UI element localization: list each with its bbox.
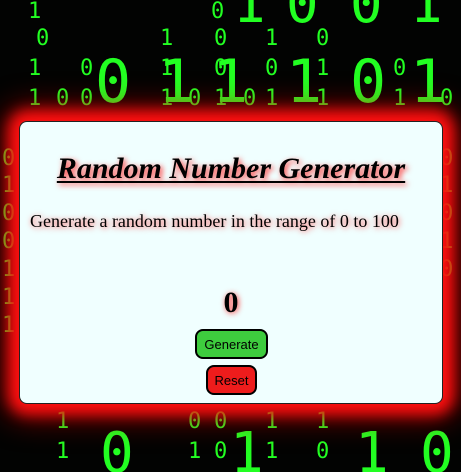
binary-digit: 1: [188, 439, 201, 464]
binary-digit: 0: [2, 146, 15, 171]
binary-digit: 1: [2, 173, 15, 198]
binary-digit: 1: [265, 439, 278, 464]
binary-digit: 0: [80, 86, 93, 111]
binary-digit: 0: [36, 26, 49, 51]
reset-button[interactable]: Reset: [206, 365, 257, 395]
binary-digit: 0: [316, 439, 329, 464]
binary-digit: 0: [56, 86, 69, 111]
binary-digit: 0: [95, 47, 131, 117]
binary-digit: 0: [420, 421, 454, 472]
range-description: Generate a random number in the range of…: [30, 211, 399, 231]
binary-digit: 0: [100, 421, 134, 472]
binary-digit: 0: [286, 0, 319, 35]
binary-digit: 1: [265, 86, 278, 111]
binary-digit: 0: [2, 201, 15, 226]
generator-card: Random Number Generator Generate a rando…: [19, 121, 443, 404]
binary-digit: 0: [2, 229, 15, 254]
binary-digit: 0: [211, 0, 224, 24]
binary-digit: 1: [233, 0, 266, 35]
binary-digit: 1: [2, 285, 15, 310]
generate-button[interactable]: Generate: [195, 329, 268, 359]
random-number-display: 0: [223, 286, 239, 319]
binary-digit: 1: [265, 409, 278, 434]
binary-digit: 1: [28, 86, 41, 111]
binary-digit: 1: [56, 439, 69, 464]
binary-digit: 1: [393, 86, 406, 111]
binary-digit: 1: [316, 409, 329, 434]
binary-digit: 0: [80, 56, 93, 81]
binary-digit: 1: [355, 421, 389, 472]
binary-digit: 1: [410, 47, 446, 117]
binary-digit: 0: [265, 56, 278, 81]
page-title: Random Number Generator: [56, 152, 406, 185]
binary-digit: 0: [350, 47, 386, 117]
binary-digit: 0: [350, 0, 383, 35]
binary-digit: 1: [230, 421, 264, 472]
binary-digit: 1: [410, 0, 443, 35]
binary-digit: 1: [212, 47, 248, 117]
binary-digit: 1: [2, 257, 15, 282]
binary-digit: 1: [286, 47, 322, 117]
binary-digit: 1: [56, 409, 69, 434]
binary-digit: 1: [28, 56, 41, 81]
binary-digit: 0: [188, 409, 201, 434]
binary-digit: 0: [214, 409, 227, 434]
binary-digit: 1: [158, 47, 194, 117]
binary-digit: 1: [28, 0, 41, 24]
binary-digit: 1: [265, 26, 278, 51]
binary-digit: 0: [393, 56, 406, 81]
binary-digit: 1: [2, 313, 15, 338]
binary-digit: 0: [214, 439, 227, 464]
